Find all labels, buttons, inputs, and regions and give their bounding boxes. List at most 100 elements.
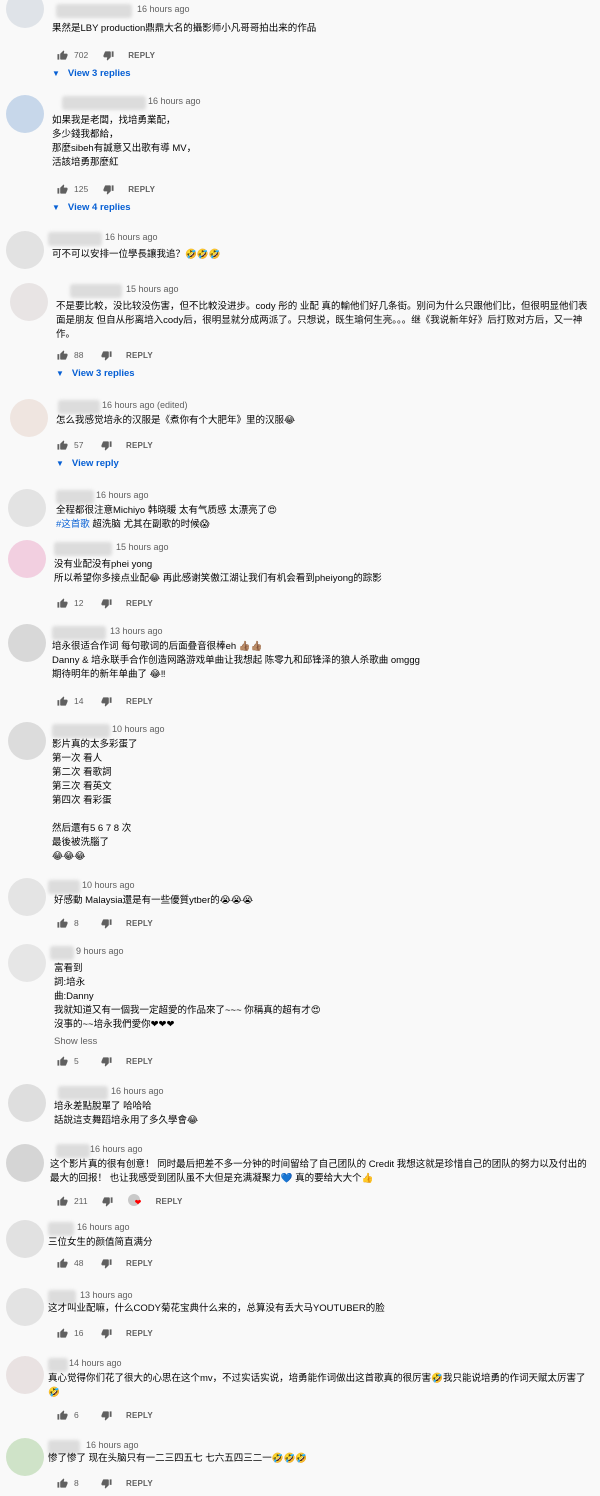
thumbs-up-icon[interactable] <box>56 1055 68 1067</box>
comment-text: 这个影片真的很有创意！ 同时最后把差不多一分钟的时间留给了自己团队的 Credi… <box>50 1158 596 1186</box>
reply-button[interactable]: REPLY <box>126 919 153 928</box>
avatar[interactable] <box>10 399 48 437</box>
thumbs-down-icon[interactable] <box>100 695 112 707</box>
thumbs-down-icon[interactable] <box>100 597 112 609</box>
comment-timestamp[interactable]: 16 hours ago <box>86 1440 139 1450</box>
like-count: 48 <box>74 1258 84 1268</box>
author-name-redacted[interactable] <box>52 626 106 640</box>
reply-button[interactable]: REPLY <box>126 1479 153 1488</box>
avatar[interactable] <box>6 95 44 133</box>
author-name-redacted[interactable] <box>62 96 146 110</box>
reply-button[interactable]: REPLY <box>126 1411 153 1420</box>
thumbs-up-icon[interactable] <box>56 49 68 61</box>
author-name-redacted[interactable] <box>52 724 110 738</box>
reply-button[interactable]: REPLY <box>126 599 153 608</box>
comment-timestamp[interactable]: 16 hours ago (edited) <box>102 400 188 410</box>
thumbs-down-icon[interactable] <box>100 1327 112 1339</box>
thumbs-up-icon[interactable] <box>56 695 68 707</box>
comment-timestamp[interactable]: 16 hours ago <box>148 96 201 106</box>
view-replies-button[interactable]: ▼ View 3 replies <box>56 368 135 379</box>
author-name-redacted[interactable] <box>48 232 102 246</box>
thumbs-up-icon[interactable] <box>56 1257 68 1269</box>
avatar[interactable] <box>6 1356 44 1394</box>
comment-timestamp[interactable]: 16 hours ago <box>137 4 190 14</box>
reply-button[interactable]: REPLY <box>126 1057 153 1066</box>
comment-text: 真心觉得你们花了很大的心思在这个mv，不过实话实说，培勇能作词做出这首歌真的很厉… <box>48 1372 596 1400</box>
thumbs-up-icon[interactable] <box>56 1195 68 1207</box>
author-name-redacted[interactable] <box>56 490 94 504</box>
thumbs-up-icon[interactable] <box>56 917 68 929</box>
thumbs-down-icon[interactable] <box>100 1409 112 1421</box>
reply-button[interactable]: REPLY <box>128 51 155 60</box>
thumbs-down-icon[interactable] <box>100 917 112 929</box>
reply-button[interactable]: REPLY <box>128 185 155 194</box>
thumbs-up-icon[interactable] <box>56 1327 68 1339</box>
author-name-redacted[interactable] <box>70 284 122 298</box>
author-name-redacted[interactable] <box>56 1144 90 1158</box>
avatar[interactable] <box>8 878 46 916</box>
avatar[interactable] <box>6 1220 44 1258</box>
avatar[interactable] <box>8 722 46 760</box>
reply-button[interactable]: REPLY <box>126 1259 153 1268</box>
comment-timestamp[interactable]: 16 hours ago <box>90 1144 143 1154</box>
view-replies-button[interactable]: ▼ View reply <box>56 458 119 469</box>
author-name-redacted[interactable] <box>54 542 112 556</box>
reply-button[interactable]: REPLY <box>126 697 153 706</box>
avatar[interactable] <box>8 944 46 982</box>
author-name-redacted[interactable] <box>48 1222 74 1236</box>
thumbs-up-icon[interactable] <box>56 183 68 195</box>
comment-timestamp[interactable]: 16 hours ago <box>96 490 149 500</box>
avatar[interactable] <box>8 1084 46 1122</box>
comment-actions: 14 REPLY <box>56 694 153 708</box>
hashtag-link[interactable]: #这首歌 <box>56 519 90 530</box>
author-name-redacted[interactable] <box>50 946 74 960</box>
comment-line: 真心觉得你们花了很大的心思在这个mv，不过实话实说，培勇能作词做出这首歌真的很厉… <box>48 1373 586 1398</box>
thumbs-up-icon[interactable] <box>56 1409 68 1421</box>
comment-timestamp[interactable]: 13 hours ago <box>110 626 163 636</box>
avatar[interactable] <box>6 231 44 269</box>
comment-timestamp[interactable]: 13 hours ago <box>80 1290 133 1300</box>
thumbs-up-icon[interactable] <box>56 597 68 609</box>
thumbs-up-icon[interactable] <box>56 349 68 361</box>
comment-timestamp[interactable]: 15 hours ago <box>126 284 179 294</box>
comment-timestamp[interactable]: 16 hours ago <box>77 1222 130 1232</box>
avatar[interactable] <box>8 540 46 578</box>
thumbs-down-icon[interactable] <box>100 439 112 451</box>
comment-timestamp[interactable]: 15 hours ago <box>116 542 169 552</box>
show-less-link[interactable]: Show less <box>54 1036 97 1047</box>
reply-button[interactable]: REPLY <box>126 1329 153 1338</box>
thumbs-up-icon[interactable] <box>56 1477 68 1489</box>
avatar[interactable] <box>6 0 44 28</box>
author-name-redacted[interactable] <box>58 400 100 414</box>
comment-timestamp[interactable]: 14 hours ago <box>69 1358 122 1368</box>
view-replies-button[interactable]: ▼ View 4 replies <box>52 202 131 213</box>
reply-button[interactable]: REPLY <box>156 1197 183 1206</box>
comment-timestamp[interactable]: 10 hours ago <box>112 724 165 734</box>
comment-timestamp[interactable]: 9 hours ago <box>76 946 124 956</box>
author-name-redacted[interactable] <box>58 1086 108 1100</box>
reply-button[interactable]: REPLY <box>126 351 153 360</box>
reply-button[interactable]: REPLY <box>126 441 153 450</box>
comment-timestamp[interactable]: 16 hours ago <box>111 1086 164 1096</box>
thumbs-down-icon[interactable] <box>102 1195 114 1207</box>
comment-timestamp[interactable]: 16 hours ago <box>105 232 158 242</box>
comment-timestamp[interactable]: 10 hours ago <box>82 880 135 890</box>
view-replies-button[interactable]: ▼ View 3 replies <box>52 68 131 79</box>
thumbs-down-icon[interactable] <box>100 349 112 361</box>
avatar[interactable] <box>6 1288 44 1326</box>
avatar[interactable] <box>8 489 46 527</box>
thumbs-down-icon[interactable] <box>100 1477 112 1489</box>
author-name-redacted[interactable] <box>48 880 80 894</box>
author-name-redacted[interactable] <box>56 4 132 18</box>
thumbs-up-icon[interactable] <box>56 439 68 451</box>
comment-text: 培永差點脫單了 哈哈哈 話說這支舞蹈培永用了多久學會😂 <box>54 1100 594 1128</box>
thumbs-down-icon[interactable] <box>102 49 114 61</box>
avatar[interactable] <box>10 283 48 321</box>
avatar[interactable] <box>6 1144 44 1182</box>
author-name-redacted[interactable] <box>48 1358 68 1372</box>
avatar[interactable] <box>6 1438 44 1476</box>
thumbs-down-icon[interactable] <box>102 183 114 195</box>
thumbs-down-icon[interactable] <box>100 1055 112 1067</box>
thumbs-down-icon[interactable] <box>100 1257 112 1269</box>
avatar[interactable] <box>8 624 46 662</box>
